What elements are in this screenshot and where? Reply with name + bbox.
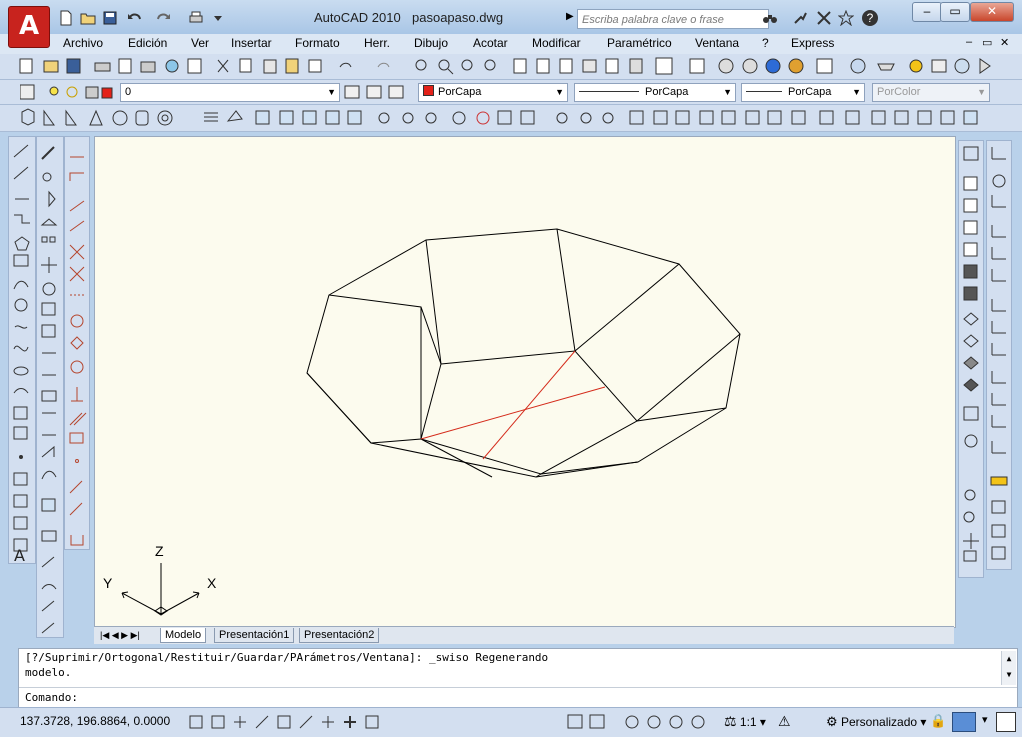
layer-value: 0 — [125, 86, 132, 98]
menu-formato[interactable]: Formato — [295, 36, 340, 50]
menu-express[interactable]: Express — [791, 36, 834, 50]
command-window: [?/Suprimir/Ortogonal/Restituir/Guardar/… — [18, 648, 1018, 708]
new-file-icon[interactable] — [58, 10, 74, 26]
close-button[interactable]: ✕ — [970, 2, 1014, 22]
standard-toolbar-icons[interactable] — [0, 54, 1022, 79]
command-input[interactable] — [87, 689, 987, 703]
drafting-toggles-icons[interactable] — [188, 712, 408, 732]
workspace-switch[interactable]: ⚙ Personalizado ▾ — [826, 714, 926, 730]
layer-state-icons — [20, 84, 113, 100]
annotation-visibility-icon[interactable]: ⚠ — [778, 713, 791, 730]
plotstyle-dropdown[interactable]: PorColor ▼ — [872, 83, 990, 102]
ucs-z-label: Z — [155, 543, 164, 559]
ucs-toolbar — [986, 140, 1012, 570]
linetype-value: PorCapa — [645, 86, 689, 98]
lock-icon[interactable]: 🔒 — [930, 713, 946, 729]
osnap-toolbar-icons[interactable] — [65, 137, 89, 549]
lineweight-value: PorCapa — [788, 86, 832, 98]
svg-text:A: A — [14, 546, 25, 563]
subscription-icon[interactable] — [792, 10, 808, 26]
help-button[interactable]: ? — [862, 10, 878, 26]
menu-archivo[interactable]: Archivo — [63, 36, 103, 50]
modify-toolbar-icons[interactable] — [37, 137, 63, 637]
tab-presentacion1[interactable]: Presentación1 — [214, 628, 295, 643]
doc-restore-button[interactable]: ▭ — [982, 36, 992, 49]
menu-ventana[interactable]: Ventana — [695, 36, 739, 50]
search-expand-icon[interactable]: ▶ — [566, 11, 574, 22]
modify-toolbar — [36, 136, 64, 638]
communication-icon[interactable] — [816, 10, 832, 26]
lineweight-preview — [746, 91, 782, 92]
command-history-line: modelo. — [25, 666, 72, 679]
minimize-button[interactable]: – — [912, 2, 942, 22]
annotation-scale[interactable]: ⚖ 1:1 ▾ — [724, 713, 766, 730]
lineweight-dropdown[interactable]: PorCapa ▼ — [741, 83, 865, 102]
save-icon[interactable] — [102, 10, 118, 26]
modeling-toolbar-icons[interactable] — [0, 105, 1022, 131]
annotation-scale-value: 1:1 — [739, 715, 757, 729]
document-title: pasoapaso.dwg — [412, 10, 504, 25]
application-menu-button[interactable]: A — [8, 6, 50, 48]
linetype-preview — [579, 91, 639, 92]
menu-herr[interactable]: Herr. — [364, 36, 390, 50]
standard-toolbar — [0, 54, 1022, 80]
open-file-icon[interactable] — [80, 10, 96, 26]
ucs-y-label: Y — [103, 575, 113, 591]
menu-modificar[interactable]: Modificar — [532, 36, 581, 50]
menu-parametrico[interactable]: Paramétrico — [607, 36, 672, 50]
app-title: AutoCAD 2010 — [314, 10, 401, 25]
ucs-toolbar-icons[interactable] — [987, 141, 1011, 569]
doc-minimize-button[interactable]: – — [966, 36, 972, 48]
command-scrollbar[interactable]: ▲ ▼ — [1001, 651, 1016, 685]
menu-dibujo[interactable]: Dibujo — [414, 36, 448, 50]
search-input[interactable]: Escriba palabra clave o frase — [577, 9, 769, 29]
binoculars-icon[interactable] — [762, 10, 778, 26]
modeling-toolbar — [0, 105, 1022, 132]
menu-help[interactable]: ? — [762, 36, 769, 50]
layout-tabs-bar: |◀ ◀ ▶ ▶| Modelo Presentación1 Presentac… — [94, 626, 954, 644]
command-prompt: Comando: — [25, 691, 78, 704]
gear-icon: ⚙ — [826, 714, 838, 729]
doc-close-button[interactable]: ✕ — [1000, 36, 1009, 49]
workspace-value: Personalizado — [841, 715, 918, 729]
plotstyle-value: PorColor — [877, 86, 921, 98]
coordinates-readout[interactable]: 137.3728, 196.8864, 0.0000 — [20, 714, 170, 728]
command-history-line: [?/Suprimir/Ortogonal/Restituir/Guardar/… — [25, 651, 549, 664]
draw-toolbar-icons[interactable]: A — [9, 137, 35, 565]
view-toolbar — [958, 140, 984, 578]
clean-screen-icon[interactable] — [996, 712, 1016, 732]
undo-icon[interactable] — [126, 10, 142, 26]
tab-modelo[interactable]: Modelo — [160, 628, 207, 643]
menu-ver[interactable]: Ver — [191, 36, 209, 50]
menu-insertar[interactable]: Insertar — [231, 36, 272, 50]
color-swatch — [423, 85, 434, 96]
drawing-area[interactable]: Z Y X — [94, 136, 956, 628]
status-menu-icon[interactable]: ▾ — [982, 713, 988, 726]
snap-toolbar — [64, 136, 90, 550]
plot-icon[interactable] — [188, 10, 204, 26]
maximize-button[interactable]: ▭ — [940, 2, 970, 22]
menu-edicion[interactable]: Edición — [128, 36, 167, 50]
ucs-x-label: X — [207, 575, 217, 591]
hardware-acceleration-icon[interactable] — [952, 712, 976, 732]
favorites-star-icon[interactable] — [838, 10, 854, 26]
menu-acotar[interactable]: Acotar — [473, 36, 508, 50]
layer-tools-icons[interactable] — [344, 84, 406, 100]
tab-presentacion2[interactable]: Presentación2 — [299, 628, 380, 643]
draw-toolbar: A — [8, 136, 36, 565]
layer-dropdown[interactable]: 0 ▼ — [120, 83, 340, 102]
redo-icon[interactable] — [156, 10, 172, 26]
model-layout-icons[interactable] — [566, 712, 706, 732]
model-geometry[interactable] — [95, 137, 955, 627]
color-value: PorCapa — [438, 86, 482, 98]
linetype-dropdown[interactable]: PorCapa ▼ — [574, 83, 736, 102]
quick-access-dropdown-icon[interactable] — [210, 10, 226, 26]
view-toolbar-icons[interactable] — [959, 141, 983, 577]
status-bar: 137.3728, 196.8864, 0.0000 ⚖ 1:1 ▾ ⚠ ⚙ P… — [0, 707, 1022, 737]
tab-first-button[interactable]: |◀ ◀ ▶ ▶| — [96, 628, 144, 642]
color-dropdown[interactable]: PorCapa ▼ — [418, 83, 568, 102]
